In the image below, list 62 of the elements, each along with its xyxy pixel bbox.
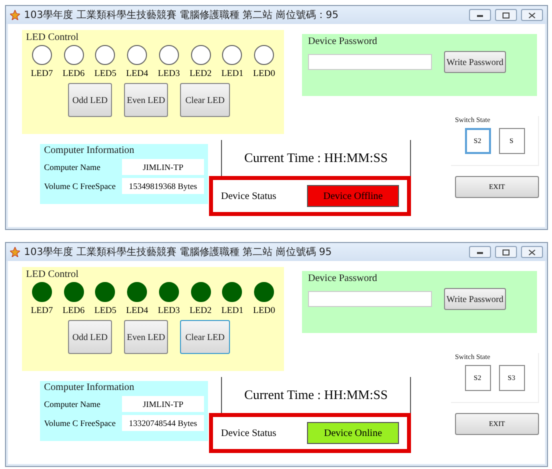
write-password-button[interactable]: Write Password (444, 288, 506, 310)
group-title: LED Control (26, 32, 80, 43)
field-label: Computer Name (44, 162, 100, 172)
minimize-button[interactable] (469, 246, 491, 258)
led-label: LED4 (126, 68, 148, 78)
minimize-icon (476, 249, 484, 255)
led-button[interactable]: Clear LED (180, 83, 230, 117)
password-field[interactable] (308, 54, 432, 70)
led-label: LED3 (158, 68, 180, 78)
current-time: Current Time : HH:MM:SS (221, 140, 411, 176)
led-label: LED3 (158, 305, 180, 315)
led-label: LED6 (62, 305, 85, 315)
app-icon (10, 247, 20, 257)
led-label: LED5 (94, 68, 116, 78)
led-button[interactable]: Clear LED (180, 320, 230, 354)
group-title: LED Control (26, 269, 80, 280)
field-value: 13320748544 Bytes (122, 415, 204, 431)
field-value: JIMLIN-TP (122, 159, 204, 175)
minimize-icon (476, 12, 484, 18)
maximize-icon (502, 12, 510, 18)
minimize-button[interactable] (469, 9, 491, 21)
field-label: Volume C FreeSpace (44, 181, 116, 191)
status-indicator: Device Online (307, 422, 399, 444)
led-label: LED7 (30, 68, 53, 78)
window-title: 103學年度 工業類科學生技藝競賽 電腦修護職種 第二站 崗位號碼：95 (24, 8, 340, 22)
password-field[interactable] (308, 291, 432, 307)
led-label: LED1 (221, 305, 244, 315)
field-label: Computer Name (44, 399, 100, 409)
maximize-button[interactable] (495, 9, 517, 21)
field-value: JIMLIN-TP (122, 396, 204, 412)
status-label: Device Status (221, 428, 276, 438)
status-indicator: Device Offline (307, 185, 399, 207)
led-button[interactable]: Even LED (124, 83, 168, 117)
group-title: Computer Information (44, 382, 136, 393)
led-label: LED5 (94, 305, 116, 315)
close-icon (528, 12, 536, 18)
current-time: Current Time : HH:MM:SS (221, 377, 411, 413)
maximize-button[interactable] (495, 246, 517, 258)
group-title: Device Password (308, 36, 378, 47)
close-icon (528, 248, 536, 256)
group-title: Computer Information (44, 145, 136, 156)
led-label: LED6 (62, 68, 85, 78)
led-label: LED4 (126, 305, 148, 315)
led-label: LED1 (221, 68, 244, 78)
write-password-button[interactable]: Write Password (444, 51, 506, 73)
led-button[interactable]: Even LED (124, 320, 168, 354)
field-value: 15349819368 Bytes (122, 178, 204, 194)
group-title: Device Password (308, 273, 378, 284)
led-button[interactable]: Odd LED (68, 83, 112, 117)
maximize-icon (502, 248, 510, 256)
led-button[interactable]: Odd LED (68, 320, 112, 354)
close-button[interactable] (521, 246, 543, 258)
led-label: LED2 (190, 68, 212, 78)
led-label: LED2 (190, 305, 212, 315)
window-title: 103學年度 工業類科學生技藝競賽 電腦修護職種 第二站 崗位號碼 95 (24, 246, 333, 259)
led-label: LED7 (30, 305, 53, 315)
field-label: Volume C FreeSpace (44, 418, 116, 428)
led-label: LED0 (253, 68, 276, 78)
app-icon (10, 10, 20, 20)
led-label: LED0 (253, 305, 276, 315)
status-label: Device Status (221, 190, 276, 202)
close-button[interactable] (521, 9, 543, 21)
